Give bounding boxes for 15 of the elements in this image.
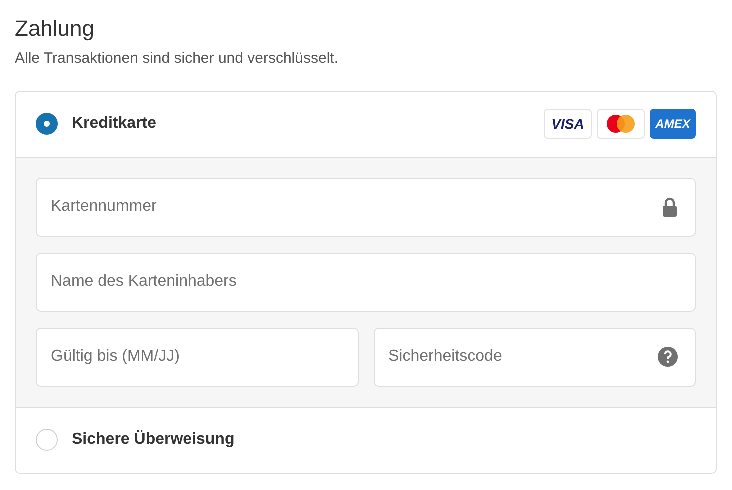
radio-button[interactable] bbox=[36, 429, 58, 451]
lock-icon bbox=[662, 197, 678, 217]
input-field[interactable]: Kartennummer bbox=[36, 178, 696, 236]
input-field[interactable]: Name des Karteninhabers bbox=[36, 252, 696, 312]
visa-logo: VISA bbox=[544, 109, 592, 139]
help-icon[interactable] bbox=[658, 347, 678, 367]
amex-logo: AMEX bbox=[650, 109, 696, 139]
input-field[interactable]: Gültig bis (MM/JJ) bbox=[36, 328, 358, 386]
mastercard-logo bbox=[606, 114, 636, 134]
subtitle: Alle Transaktionen sind sicher und verschlüsselt. bbox=[15, 49, 340, 69]
section-title: Zahlung bbox=[15, 15, 96, 43]
option-label[interactable]: Sichere Überweisung bbox=[72, 428, 696, 452]
input-field[interactable]: Sicherheitscode bbox=[374, 328, 696, 386]
radio-button[interactable] bbox=[36, 113, 58, 135]
option-label[interactable]: Kreditkarte bbox=[72, 112, 530, 136]
